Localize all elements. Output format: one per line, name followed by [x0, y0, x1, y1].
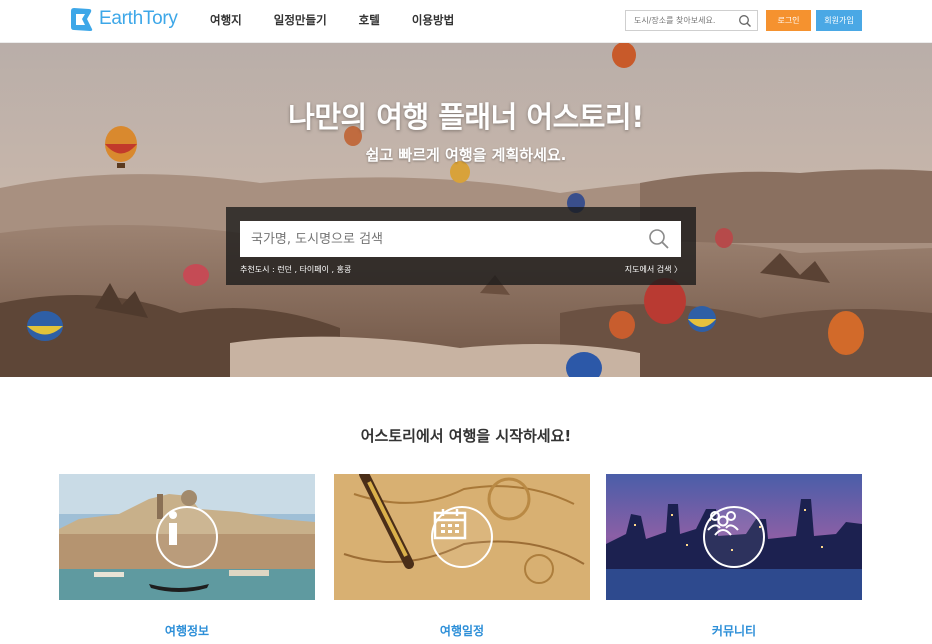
- recommended-cities[interactable]: 추천도시 : 런던 , 타이페이 , 홍콩: [240, 264, 351, 275]
- hero-subtitle: 쉽고 빠르게 여행을 계획하세요.: [365, 146, 567, 164]
- section-title: 어스토리에서 여행을 시작하세요!: [360, 427, 572, 445]
- logo[interactable]: EarthTory: [67, 5, 178, 33]
- nav-item-make-schedule[interactable]: 일정만들기: [274, 12, 327, 28]
- hero-banner: 나만의 여행 플래너 어스토리! 쉽고 빠르게 여행을 계획하세요. 추천도시 …: [0, 43, 932, 377]
- calendar-icon: [431, 506, 493, 568]
- nav-item-how-to-use[interactable]: 이용방법: [412, 12, 454, 28]
- hero-search-panel: 추천도시 : 런던 , 타이페이 , 홍콩 지도에서 검색 〉: [226, 207, 696, 285]
- map-search-link[interactable]: 지도에서 검색 〉: [625, 264, 682, 275]
- header-search: [625, 10, 758, 31]
- join-button[interactable]: 회원가입: [816, 10, 862, 31]
- search-icon[interactable]: [738, 14, 752, 28]
- card-label-travel-schedule[interactable]: 여행일정: [334, 622, 590, 639]
- card-community[interactable]: [606, 474, 862, 600]
- card-travel-info[interactable]: [59, 474, 315, 600]
- header-search-input[interactable]: [626, 11, 736, 30]
- logo-text: EarthTory: [99, 8, 178, 29]
- nav-item-destinations[interactable]: 여행지: [210, 12, 242, 28]
- logo-mark-icon: [71, 8, 93, 31]
- info-icon: [156, 506, 218, 568]
- nav-item-hotel[interactable]: 호텔: [359, 12, 380, 28]
- login-button[interactable]: 로그인: [766, 10, 811, 31]
- hero-title: 나만의 여행 플래너 어스토리!: [288, 100, 644, 134]
- top-header: EarthTory 여행지 일정만들기 호텔 이용방법 로그인 회원가입: [0, 0, 932, 43]
- community-icon: [703, 506, 765, 568]
- search-icon[interactable]: [648, 228, 670, 250]
- hero-search-input[interactable]: [240, 222, 648, 256]
- card-label-travel-info[interactable]: 여행정보: [59, 622, 315, 639]
- hero-search-box: [240, 221, 681, 257]
- card-label-community[interactable]: 커뮤니티: [606, 622, 862, 639]
- card-travel-schedule[interactable]: [334, 474, 590, 600]
- main-nav: 여행지 일정만들기 호텔 이용방법: [210, 12, 454, 28]
